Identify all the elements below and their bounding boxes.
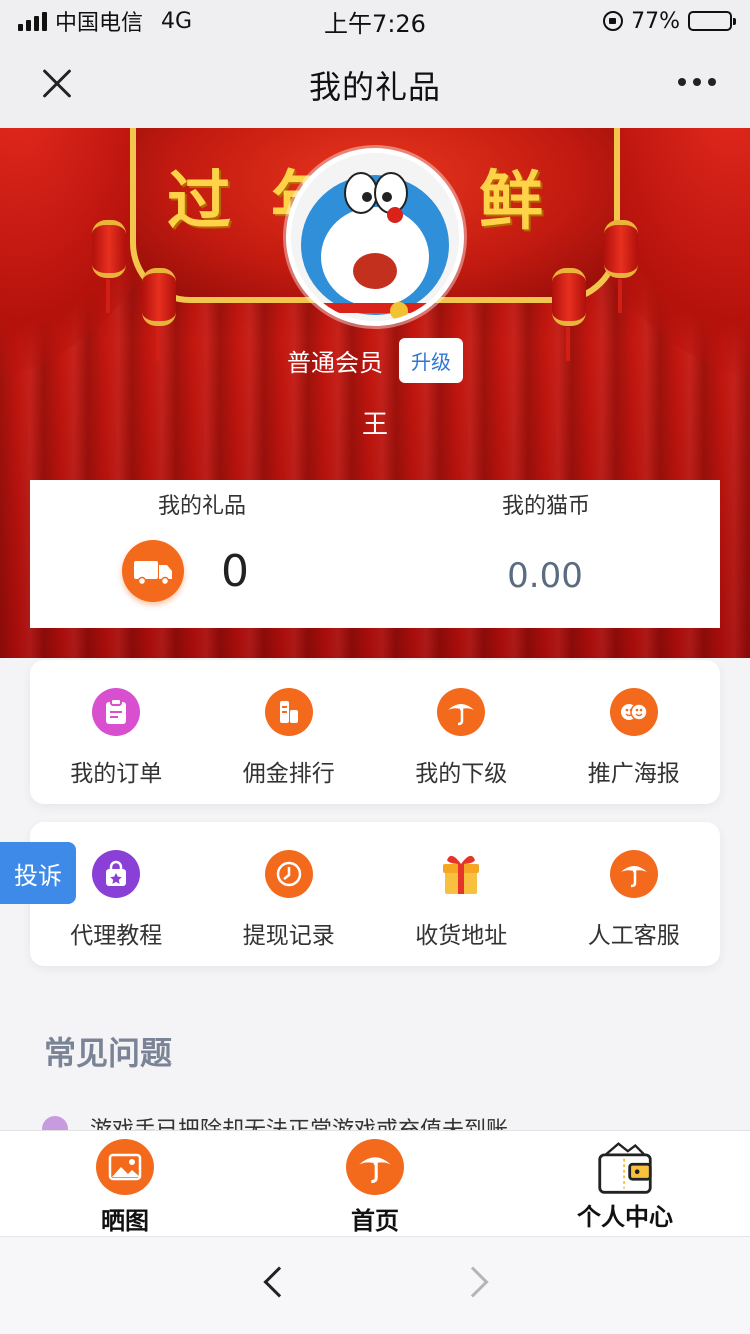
bag-star-icon	[92, 850, 141, 898]
menu-label: 人工客服	[587, 923, 680, 949]
gift-box-icon	[437, 850, 485, 898]
more-options-icon[interactable]	[678, 78, 716, 86]
faq-heading: 常见问题	[44, 1034, 173, 1072]
ranking-icon	[264, 688, 313, 736]
network-type: 4G	[161, 8, 193, 34]
close-icon[interactable]	[36, 64, 76, 104]
image-icon	[96, 1139, 154, 1195]
umbrella-logo-icon	[437, 688, 486, 736]
menu-my-orders[interactable]: 我的订单	[30, 660, 203, 804]
wallet-icon	[596, 1139, 654, 1197]
menu-shipping-address[interactable]: 收货地址	[375, 822, 548, 966]
stats-card: 我的礼品 我的猫币 0 0.00	[30, 480, 720, 628]
status-bar: 中国电信 4G 上午7:26 77%	[0, 0, 750, 42]
upgrade-button[interactable]: 升级	[399, 338, 463, 383]
member-level-label: 普通会员	[287, 349, 383, 377]
clock-icon	[264, 850, 313, 898]
menu-label: 提现记录	[242, 923, 335, 949]
order-clipboard-icon	[92, 688, 141, 736]
forward-arrow-icon[interactable]	[457, 1266, 489, 1298]
carrier-name: 中国电信	[55, 11, 144, 36]
signal-icon	[18, 11, 47, 31]
menu-label: 我的下级	[415, 761, 508, 787]
avatar[interactable]	[286, 148, 464, 326]
menu-my-subordinates[interactable]: 我的下级	[375, 660, 548, 804]
navigation-bar: 我的礼品	[0, 42, 750, 128]
complaint-button[interactable]: 投诉	[0, 842, 76, 904]
lantern-icon	[604, 220, 638, 313]
menu-label: 我的订单	[70, 761, 163, 787]
coins-balance[interactable]: 0.00	[470, 556, 620, 596]
menu-card-secondary: 代理教程 提现记录 收货地址 人工客服	[30, 822, 720, 966]
poster-faces-icon	[609, 688, 658, 736]
tab-home[interactable]: 首页	[250, 1131, 500, 1236]
lantern-icon	[92, 220, 126, 313]
tab-photos[interactable]: 晒图	[0, 1131, 250, 1236]
tab-personal-center[interactable]: 个人中心	[500, 1131, 750, 1236]
bottom-tab-bar: 晒图 首页 个人中心	[0, 1130, 750, 1236]
menu-label: 佣金排行	[242, 761, 335, 787]
menu-label: 代理教程	[70, 923, 163, 949]
menu-customer-service[interactable]: 人工客服	[548, 822, 721, 966]
menu-withdraw-history[interactable]: 提现记录	[203, 822, 376, 966]
menu-card-primary: 我的订单 佣金排行 我的下级 推广海报	[30, 660, 720, 804]
truck-icon	[122, 540, 184, 602]
battery-percent: 77%	[631, 8, 680, 34]
tab-label: 个人中心	[577, 1203, 673, 1231]
browser-toolbar	[0, 1236, 750, 1334]
profile-header: 过年新鲜 普通会员 升级 王 我的礼品 我的猫币	[0, 128, 750, 658]
orientation-lock-icon	[603, 11, 624, 31]
gifts-count[interactable]: 0	[200, 546, 270, 597]
back-arrow-icon[interactable]	[263, 1266, 295, 1298]
battery-icon	[688, 11, 736, 31]
username: 王	[361, 410, 388, 440]
lantern-icon	[552, 268, 586, 361]
umbrella-logo-icon	[346, 1139, 404, 1195]
tab-label: 晒图	[101, 1207, 149, 1235]
lantern-icon	[142, 268, 176, 361]
menu-commission-ranking[interactable]: 佣金排行	[203, 660, 376, 804]
menu-promo-poster[interactable]: 推广海报	[548, 660, 721, 804]
menu-label: 推广海报	[587, 761, 680, 787]
umbrella-logo-icon	[609, 850, 658, 898]
gifts-label: 我的礼品	[157, 494, 246, 519]
coins-label: 我的猫币	[501, 494, 590, 519]
tab-label: 首页	[351, 1207, 399, 1235]
page-title: 我的礼品	[308, 68, 441, 106]
menu-label: 收货地址	[415, 923, 508, 949]
